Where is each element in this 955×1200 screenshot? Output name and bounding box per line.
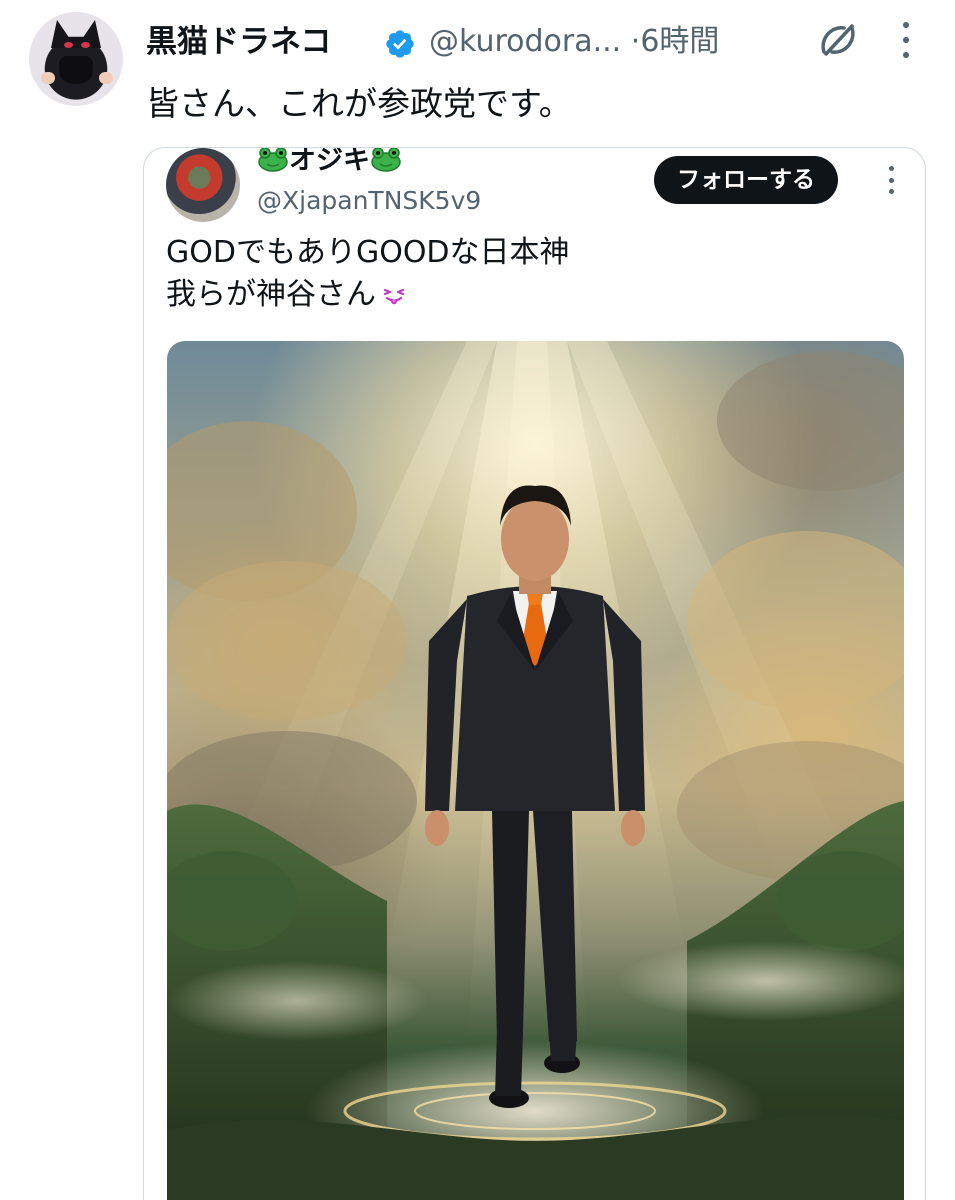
avatar-hand-right [99, 72, 113, 84]
grok-icon[interactable] [818, 20, 858, 60]
author-handle: @kurodora... [429, 24, 622, 59]
follow-button[interactable]: フォローする [654, 156, 838, 204]
quoted-text-line-2: 我らが神谷さん [166, 274, 408, 316]
frog-emoji-icon [258, 148, 288, 172]
quoted-tweet-card[interactable]: オジキ @XjapanTNSK5v9 フォローする GODでもありGOODな日本… [143, 147, 926, 1200]
tweet-text: 皆さん、これが参政党です。 [146, 84, 572, 123]
time-ago[interactable]: 6時間 [640, 24, 719, 59]
author-handle-and-time[interactable]: @kurodora... ·6時間 [429, 20, 719, 64]
quoted-author-name[interactable]: オジキ [257, 147, 402, 180]
man-in-suit-under-light-rays-image [167, 341, 904, 1200]
quoted-author-avatar[interactable] [166, 148, 240, 222]
frog-emoji-icon [371, 148, 401, 172]
avatar-eye-right [81, 42, 90, 48]
avatar-mask [59, 56, 93, 84]
avatar-hand-left [41, 72, 55, 84]
author-avatar[interactable] [29, 12, 123, 106]
squinting-tongue-emoji-icon [383, 288, 405, 305]
cat-ears-icon [51, 20, 101, 48]
avatar-eye-left [64, 42, 73, 48]
quoted-author-handle[interactable]: @XjapanTNSK5v9 [257, 184, 481, 218]
quoted-text-line-1: GODでもありGOODな日本神 [166, 235, 570, 270]
verified-badge-icon [386, 30, 414, 58]
quoted-author-name-text: オジキ [289, 147, 370, 176]
quoted-more-options-icon[interactable] [886, 166, 896, 194]
separator-dot: · [630, 24, 641, 59]
more-options-icon[interactable] [895, 22, 917, 58]
author-name[interactable]: 黒猫ドラネコ [146, 20, 331, 64]
quoted-tweet-image[interactable] [167, 341, 904, 1200]
quoted-text-line-2-text: 我らが神谷さん [166, 277, 376, 312]
